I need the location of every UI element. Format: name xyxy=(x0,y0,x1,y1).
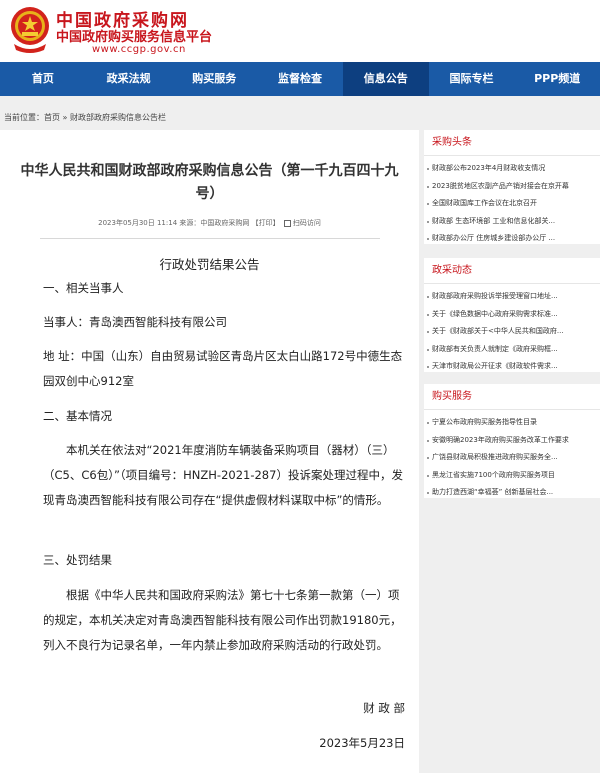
breadcrumb-home-link[interactable]: 首页 xyxy=(44,113,60,122)
qr-code-icon[interactable] xyxy=(283,219,291,227)
list-item[interactable]: 财政部政府采购投诉举报受理窗口地址... xyxy=(424,288,600,306)
sidebar-headlines: 采购头条 财政部公布2023年4月财政收支情况 2023脱贫地区农副产品产销对接… xyxy=(424,130,600,244)
nav-item-supervision[interactable]: 监督检查 xyxy=(257,62,343,96)
nav-item-regulations[interactable]: 政采法规 xyxy=(86,62,172,96)
list-item[interactable]: 宁夏公布政府购买服务指导性目录 xyxy=(424,414,600,432)
list-item[interactable]: 安徽明确2023年政府购买服务改革工作要求 xyxy=(424,432,600,450)
breadcrumb-separator: » xyxy=(60,113,70,122)
sidebar-dynamics-list: 财政部政府采购投诉举报受理窗口地址... 关于《绿色数据中心政府采购需求标准..… xyxy=(424,284,600,376)
sidebar-purchase-services: 购买服务 宁夏公布政府购买服务指导性目录 安徽明确2023年政府购买服务改革工作… xyxy=(424,384,600,498)
article-panel: 中华人民共和国财政部政府采购信息公告（第一千九百四十九号） 2023年05月30… xyxy=(0,130,419,773)
list-item[interactable]: 财政部公布2023年4月财政收支情况 xyxy=(424,160,600,178)
signing-date: 2023年5月23日 xyxy=(319,736,405,750)
list-item[interactable]: 财政部 生态环境部 工业和信息化部关... xyxy=(424,213,600,231)
section-heading-basic: 二、基本情况 xyxy=(43,409,112,423)
site-url: www.ccgp.gov.cn xyxy=(92,44,186,55)
list-item[interactable]: 广饶县财政局积极推进政府购买服务全... xyxy=(424,449,600,467)
sidebar-purchase-services-title[interactable]: 购买服务 xyxy=(424,384,600,410)
article-source: 来源：中国政府采购网 xyxy=(179,219,250,227)
sidebar-dynamics: 政采动态 财政部政府采购投诉举报受理窗口地址... 关于《绿色数据中心政府采购需… xyxy=(424,258,600,372)
list-item[interactable]: 财政部办公厅 住房城乡建设部办公厅 ... xyxy=(424,230,600,248)
breadcrumb: 当前位置：首页 » 财政部政府采购信息公告栏 xyxy=(0,96,600,130)
article-title: 中华人民共和国财政部政府采购信息公告（第一千九百四十九号） xyxy=(20,163,399,202)
list-item[interactable]: 关于《绿色数据中心政府采购需求标准... xyxy=(424,306,600,324)
breadcrumb-current-link[interactable]: 财政部政府采购信息公告栏 xyxy=(70,113,166,122)
nav-item-home[interactable]: 首页 xyxy=(0,62,86,96)
sidebar-purchase-services-list: 宁夏公布政府购买服务指导性目录 安徽明确2023年政府购买服务改革工作要求 广饶… xyxy=(424,410,600,502)
qr-visit-link[interactable]: 扫码访问 xyxy=(293,219,321,227)
sidebar-headlines-title[interactable]: 采购头条 xyxy=(424,130,600,156)
site-logo-subtitle: 中国政府购买服务信息平台 xyxy=(56,30,213,45)
list-item[interactable]: 黑龙江省实施7100个政府购买服务项目 xyxy=(424,467,600,485)
list-item[interactable]: 全国财政国库工作会议在北京召开 xyxy=(424,195,600,213)
print-link[interactable]: 【打印】 xyxy=(252,219,280,227)
national-emblem-icon xyxy=(11,7,49,53)
list-item[interactable]: 财政部有关负责人就制定《政府采购框... xyxy=(424,341,600,359)
article-meta: 2023年05月30日 11:14 来源：中国政府采购网 【打印】 扫码访问 xyxy=(0,218,419,228)
party-line: 当事人：青岛澳西智能科技有限公司 xyxy=(43,315,227,329)
nav-item-purchase-services[interactable]: 购买服务 xyxy=(171,62,257,96)
list-item[interactable]: 2023脱贫地区农副产品产销对接会在京开幕 xyxy=(424,178,600,196)
site-header: 中国政府采购网 中国政府购买服务信息平台 www.ccgp.gov.cn xyxy=(0,0,600,62)
document-heading: 行政处罚结果公告 xyxy=(159,257,260,272)
main-nav: 首页 政采法规 购买服务 监督检查 信息公告 国际专栏 PPP频道 xyxy=(0,62,600,96)
article-date: 2023年05月30日 11:14 xyxy=(98,219,178,227)
list-item[interactable]: 助力打造西湖“幸福荟” 创新基层社会... xyxy=(424,484,600,502)
section-heading-parties: 一、相关当事人 xyxy=(43,281,124,295)
nav-item-international[interactable]: 国际专栏 xyxy=(429,62,515,96)
breadcrumb-prefix: 当前位置： xyxy=(4,113,44,122)
title-divider xyxy=(40,238,380,239)
nav-item-announcements[interactable]: 信息公告 xyxy=(342,62,429,96)
list-item[interactable]: 天津市财政局公开征求《财政软件需求... xyxy=(424,358,600,376)
address-paragraph: 地 址：中国（山东）自由贸易试验区青岛片区太白山路172号中德生态园双创中心91… xyxy=(43,349,403,388)
list-item[interactable]: 关于《财政部关于<中华人民共和国政府... xyxy=(424,323,600,341)
nav-item-ppp[interactable]: PPP频道 xyxy=(514,62,600,96)
signing-organization: 财 政 部 xyxy=(363,701,405,715)
sidebar-headlines-list: 财政部公布2023年4月财政收支情况 2023脱贫地区农副产品产销对接会在京开幕… xyxy=(424,156,600,248)
basic-info-paragraph: 本机关在依法对“2021年度消防车辆装备采购项目（器材）（三）（C5、C6包）”… xyxy=(43,443,403,507)
sidebar-dynamics-title[interactable]: 政采动态 xyxy=(424,258,600,284)
penalty-paragraph: 根据《中华人民共和国政府采购法》第七十七条第一款第（一）项的规定，本机关决定对青… xyxy=(43,588,402,652)
section-heading-penalty: 三、处罚结果 xyxy=(43,553,112,567)
